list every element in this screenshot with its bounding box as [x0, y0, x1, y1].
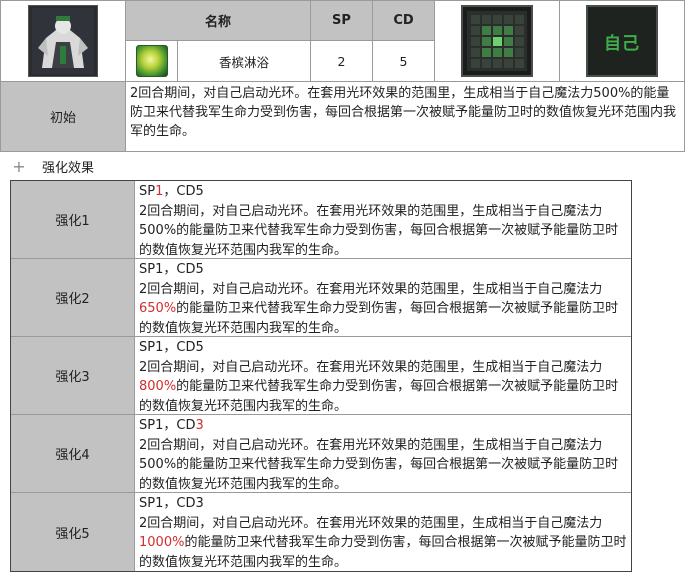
skill-table: 名称 SP CD 香槟淋浴 2 5 自己 初始 2回合期间，对自己启动光环。在套…	[0, 0, 685, 152]
enhance-cost-text: SP1，CD5	[139, 262, 204, 277]
enhance-text: SP1，CD5 2回合期间，对自己启动光环。在套用光环效果的范围里，生成相当于自…	[137, 337, 629, 417]
header-name: 名称	[126, 0, 311, 41]
enhance-desc-highlight: 800%	[139, 379, 177, 394]
enhance-section-header[interactable]: + 强化效果	[0, 152, 685, 180]
target-icon-text: 自己	[604, 33, 640, 54]
enhance-desc: 2回合期间，对自己启动光环。在套用光环效果的范围里，生成相当于自己魔法力	[139, 515, 603, 531]
enhance-desc-rest: 的能量防卫来代替我军生命力受到伤害，每回合根据第一次被赋予能量防卫时的数值恢复光…	[139, 535, 627, 570]
enhance-desc-highlight: 650%	[139, 301, 177, 316]
enhance-row-3: 强化3 SP1，CD5 2回合期间，对自己启动光环。在套用光环效果的范围里，生成…	[11, 337, 631, 415]
enhance-desc: 2回合期间，对自己启动光环。在套用光环效果的范围里，生成相当于自己魔法力	[139, 281, 603, 297]
initial-label: 初始	[0, 82, 126, 152]
target-self-icon: 自己	[586, 5, 658, 77]
enhance-desc: 2回合期间，对自己启动光环。在套用光环效果的范围里，生成相当于自己魔法力500%…	[139, 203, 619, 258]
enhance-row-5: 强化5 SP1，CD3 2回合期间，对自己启动光环。在套用光环效果的范围里，生成…	[11, 493, 631, 571]
enhance-desc-rest: 的能量防卫来代替我军生命力受到伤害，每回合根据第一次被赋予能量防卫时的数值恢复光…	[139, 301, 619, 336]
enhance-label: 强化1	[11, 181, 135, 258]
skill-cd-value: 5	[373, 41, 435, 82]
enhance-row-2: 强化2 SP1，CD5 2回合期间，对自己启动光环。在套用光环效果的范围里，生成…	[11, 259, 631, 337]
enhance-label: 强化4	[11, 415, 135, 492]
range-icon-cell	[435, 0, 560, 82]
skill-name: 香槟淋浴	[178, 41, 311, 82]
enhance-table: 强化1 SP1，CD5 2回合期间，对自己启动光环。在套用光环效果的范围里，生成…	[10, 180, 632, 572]
skill-sp-value: 2	[311, 41, 373, 82]
portrait-cell	[0, 0, 126, 82]
expand-plus-icon[interactable]: +	[10, 157, 28, 176]
enhance-desc-highlight: 1000%	[139, 535, 185, 550]
enhance-cost-text-rest: ，CD5	[163, 184, 204, 199]
skill-icon-cell	[126, 41, 178, 82]
enhance-row-4: 强化4 SP1，CD3 2回合期间，对自己启动光环。在套用光环效果的范围里，生成…	[11, 415, 631, 493]
enhance-cost-highlight: 3	[195, 418, 204, 433]
enhance-desc-rest: 的能量防卫来代替我军生命力受到伤害，每回合根据第一次被赋予能量防卫时的数值恢复光…	[139, 379, 619, 414]
enhance-label: 强化5	[11, 493, 135, 571]
header-cd: CD	[373, 0, 435, 41]
target-icon-cell: 自己	[560, 0, 685, 82]
enhance-cost-text: SP	[139, 184, 156, 199]
enhance-text: SP1，CD5 2回合期间，对自己启动光环。在套用光环效果的范围里，生成相当于自…	[137, 181, 629, 261]
header-sp: SP	[311, 0, 373, 41]
enhance-text: SP1，CD5 2回合期间，对自己启动光环。在套用光环效果的范围里，生成相当于自…	[137, 259, 629, 339]
enhance-desc: 2回合期间，对自己启动光环。在套用光环效果的范围里，生成相当于自己魔法力	[139, 359, 603, 375]
enhance-desc: 2回合期间，对自己启动光环。在套用光环效果的范围里，生成相当于自己魔法力500%…	[139, 437, 619, 492]
enhance-cost-text: SP1，CD	[139, 418, 196, 433]
enhance-label: 强化2	[11, 259, 135, 336]
enhance-cost-text: SP1，CD5	[139, 340, 204, 355]
enhance-text: SP1，CD3 2回合期间，对自己启动光环。在套用光环效果的范围里，生成相当于自…	[137, 493, 629, 573]
enhance-text: SP1，CD3 2回合期间，对自己启动光环。在套用光环效果的范围里，生成相当于自…	[137, 415, 629, 495]
enhance-cost-text: SP1，CD3	[139, 496, 204, 511]
character-portrait-icon	[28, 5, 98, 77]
enhance-label: 强化3	[11, 337, 135, 414]
initial-description: 2回合期间，对自己启动光环。在套用光环效果的范围里，生成相当于自己魔法力500%…	[126, 82, 685, 152]
enhance-row-1: 强化1 SP1，CD5 2回合期间，对自己启动光环。在套用光环效果的范围里，生成…	[11, 181, 631, 259]
skill-icon	[135, 45, 168, 77]
enhance-section-title: 强化效果	[42, 160, 95, 176]
range-grid-icon	[461, 5, 533, 77]
